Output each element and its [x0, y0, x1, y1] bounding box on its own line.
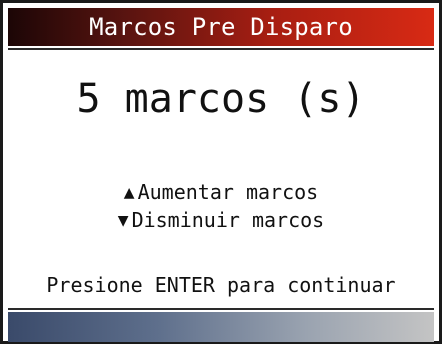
footer-bar — [8, 312, 434, 342]
decrease-frames-label: Disminuir marcos — [131, 208, 325, 232]
enter-to-continue-hint: Presione ENTER para continuar — [46, 273, 396, 297]
screen-title: Marcos Pre Disparo — [8, 8, 434, 46]
arrow-down-icon: ▼ — [117, 213, 129, 229]
scan-tool-screen: Marcos Pre Disparo 5 marcos (s) ▲ Aumenta… — [0, 0, 442, 344]
title-divider — [8, 48, 434, 50]
arrow-up-icon: ▲ — [123, 185, 135, 201]
decrease-frames-option[interactable]: ▼ Disminuir marcos — [3, 206, 439, 237]
frame-count-value: 5 marcos (s) — [76, 76, 366, 122]
increase-frames-label: Aumentar marcos — [137, 180, 319, 204]
footer-divider — [8, 308, 434, 310]
increase-frames-option[interactable]: ▲ Aumentar marcos — [3, 178, 439, 209]
